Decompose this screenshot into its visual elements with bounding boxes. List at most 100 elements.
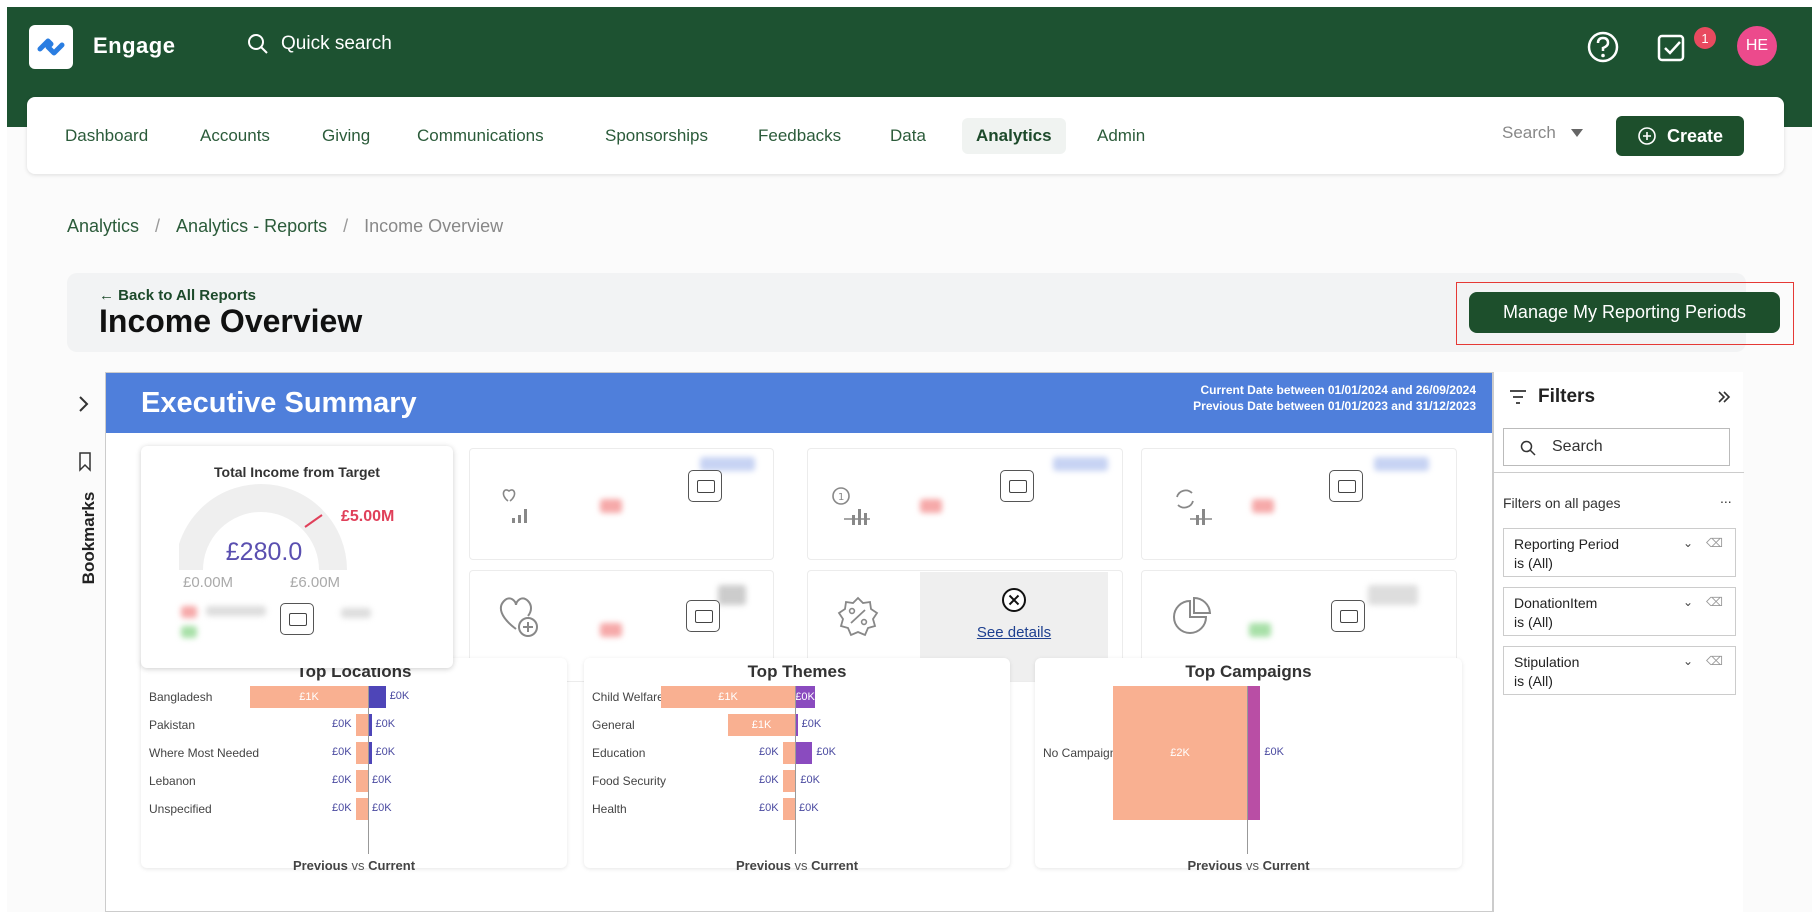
bar-previous[interactable] bbox=[783, 742, 795, 764]
bar-previous[interactable]: £1K bbox=[250, 686, 368, 708]
avatar[interactable]: HE bbox=[1737, 26, 1777, 66]
bar-current[interactable] bbox=[795, 742, 813, 764]
eraser-icon[interactable]: ⌫ bbox=[1706, 593, 1723, 612]
gauge-title: Total Income from Target bbox=[214, 464, 380, 480]
filter-reporting-period[interactable]: Reporting Period is (All) ⌄ ⌫ bbox=[1503, 528, 1736, 577]
help-icon[interactable] bbox=[1583, 27, 1623, 67]
bar-previous[interactable]: £1K bbox=[661, 686, 795, 708]
eraser-icon[interactable]: ⌫ bbox=[1706, 534, 1723, 553]
bar-previous[interactable] bbox=[356, 770, 368, 792]
bar-previous[interactable]: £1K bbox=[728, 714, 795, 736]
bar-previous[interactable] bbox=[356, 798, 368, 820]
bookmarks-label[interactable]: Bookmarks bbox=[79, 488, 99, 588]
chart-axis bbox=[1247, 686, 1248, 854]
category-label: Where Most Needed bbox=[149, 746, 260, 760]
filter-name: Stipulation bbox=[1514, 654, 1580, 670]
nav-giving[interactable]: Giving bbox=[322, 97, 370, 174]
chevron-down-icon[interactable]: ⌄ bbox=[1683, 652, 1693, 671]
bar-label-current: £0K bbox=[801, 718, 822, 730]
focus-mode-icon[interactable] bbox=[280, 603, 314, 635]
filter-value: is (All) bbox=[1514, 673, 1553, 689]
kpi-card-first-time: 1 bbox=[807, 448, 1123, 560]
nav-sponsorships[interactable]: Sponsorships bbox=[605, 97, 708, 174]
focus-mode-icon[interactable] bbox=[1331, 600, 1365, 632]
top-campaigns-card: Top Campaigns No Campaign £2K £0K Previous… bbox=[1035, 658, 1462, 873]
category-label: Unspecified bbox=[149, 802, 212, 816]
bar-previous[interactable] bbox=[356, 714, 368, 736]
nav-communications[interactable]: Communications bbox=[417, 97, 544, 174]
chart-axis bbox=[795, 686, 796, 854]
focus-mode-icon[interactable] bbox=[1000, 470, 1034, 502]
total-income-gauge-card: Total Income from Target £5.00M £280.0 £… bbox=[141, 446, 453, 668]
bar-current[interactable] bbox=[368, 686, 386, 708]
filters-search-placeholder: Search bbox=[1552, 438, 1603, 455]
bar-label-current: £0K bbox=[372, 802, 392, 814]
filter-name: DonationItem bbox=[1514, 595, 1598, 611]
breadcrumb-current: Income Overview bbox=[364, 216, 504, 236]
chart-title: Top Themes bbox=[747, 662, 847, 681]
filter-icon bbox=[1510, 390, 1526, 404]
breadcrumb-reports[interactable]: Analytics - Reports bbox=[176, 216, 327, 237]
app-logo[interactable] bbox=[29, 25, 73, 69]
nav-accounts[interactable]: Accounts bbox=[200, 97, 270, 174]
chevron-down-icon[interactable]: ⌄ bbox=[1683, 593, 1693, 612]
back-link[interactable]: ← Back to All Reports bbox=[99, 287, 256, 304]
bar-current[interactable]: £0K bbox=[795, 686, 816, 708]
breadcrumb-separator: / bbox=[155, 216, 161, 236]
nav-data[interactable]: Data bbox=[890, 97, 926, 174]
filters-search-input[interactable]: Search bbox=[1503, 428, 1730, 466]
report-header: ← Back to All Reports Income Overview Ma… bbox=[67, 273, 1794, 352]
nav-search-dropdown[interactable]: Search bbox=[1502, 123, 1584, 143]
bar-label-previous: £0K bbox=[332, 774, 352, 786]
app-name: Engage bbox=[93, 33, 176, 58]
category-label: Pakistan bbox=[149, 718, 196, 732]
bookmark-icon[interactable] bbox=[78, 452, 92, 472]
chart-legend: Previous vs Current bbox=[292, 858, 416, 873]
nav-feedbacks[interactable]: Feedbacks bbox=[758, 97, 841, 174]
notification-badge: 1 bbox=[1694, 27, 1716, 49]
chart-legend: Previous vs Current bbox=[1187, 858, 1310, 873]
back-label: Back to All Reports bbox=[118, 287, 256, 304]
main-nav: Dashboard Accounts Giving Communications… bbox=[27, 97, 1784, 174]
chevron-right-icon[interactable] bbox=[77, 395, 91, 413]
focus-mode-icon[interactable] bbox=[688, 470, 722, 502]
tasks-icon[interactable] bbox=[1652, 27, 1692, 67]
bar-previous[interactable]: £2K bbox=[1113, 686, 1247, 820]
see-details-link[interactable]: See details bbox=[920, 624, 1108, 641]
eraser-icon[interactable]: ⌫ bbox=[1706, 652, 1723, 671]
create-button[interactable]: Create bbox=[1616, 116, 1744, 156]
bar-label-current: £0K bbox=[375, 718, 396, 730]
focus-mode-icon[interactable] bbox=[686, 600, 720, 632]
quick-search-label: Quick search bbox=[281, 33, 392, 54]
breadcrumb-analytics[interactable]: Analytics bbox=[67, 216, 139, 237]
filter-value: is (All) bbox=[1514, 614, 1553, 630]
manage-reporting-periods-button[interactable]: Manage My Reporting Periods bbox=[1469, 292, 1780, 333]
filters-section-label: Filters on all pages bbox=[1503, 495, 1621, 511]
nav-dashboard[interactable]: Dashboard bbox=[65, 97, 148, 174]
chevron-down-icon[interactable]: ⌄ bbox=[1683, 534, 1693, 553]
category-label: Child Welfare bbox=[592, 690, 664, 704]
caret-down-icon bbox=[1570, 129, 1583, 137]
nav-admin[interactable]: Admin bbox=[1097, 97, 1145, 174]
bar-current[interactable] bbox=[1247, 686, 1261, 820]
nav-analytics[interactable]: Analytics bbox=[962, 97, 1066, 174]
bar-previous[interactable] bbox=[356, 742, 368, 764]
top-locations-card: Top Locations Bangladesh £1K £0K Pakistan £0… bbox=[141, 658, 567, 873]
bar-label-previous: £0K bbox=[759, 746, 779, 758]
nav-search-label: Search bbox=[1502, 123, 1556, 142]
chart-title: Top Campaigns bbox=[1185, 662, 1312, 681]
collapse-chevrons-icon[interactable] bbox=[1717, 390, 1731, 404]
close-circle-icon bbox=[1002, 588, 1026, 612]
bar-previous[interactable] bbox=[783, 798, 795, 820]
more-options-icon[interactable]: ... bbox=[1720, 490, 1732, 506]
bar-label-current: £0K bbox=[799, 802, 819, 814]
bar-label-current: £0K bbox=[372, 774, 392, 786]
category-label: Food Security bbox=[592, 774, 667, 788]
bar-previous[interactable] bbox=[783, 770, 795, 792]
filter-donation-item[interactable]: DonationItem is (All) ⌄ ⌫ bbox=[1503, 587, 1736, 636]
category-label: Education bbox=[592, 746, 646, 760]
focus-mode-icon[interactable] bbox=[1329, 470, 1363, 502]
filter-stipulation[interactable]: Stipulation is (All) ⌄ ⌫ bbox=[1503, 646, 1736, 695]
quick-search[interactable]: Quick search bbox=[247, 33, 392, 55]
bar-label-previous: £0K bbox=[759, 774, 779, 786]
